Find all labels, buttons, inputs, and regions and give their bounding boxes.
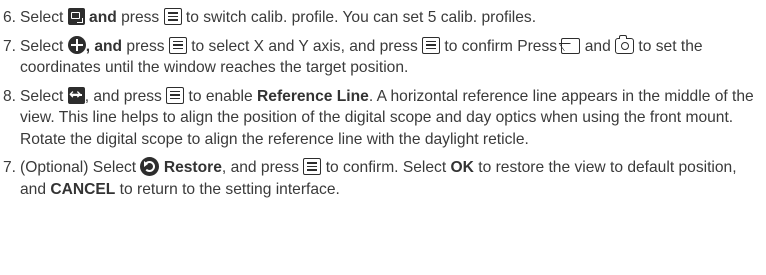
step-text: (Optional) Select [20,159,141,176]
step-7b: 7. (Optional) Select Restore, and press … [3,157,766,200]
menu-button-icon [168,36,187,54]
step-text: Select [20,87,68,105]
camera-icon [615,34,635,54]
step-text: , and press [221,159,304,176]
step-text: , and press [84,87,167,105]
step-8: 8. Select , and press to enable Referenc… [3,84,766,151]
step-text: to return to the setting interface. [115,180,340,198]
step-text: to switch calib. profile. You can set 5 … [181,9,537,26]
calib-profile-icon [67,8,85,25]
step-text: press [116,9,164,26]
move-window-icon [67,35,86,54]
menu-button-icon [303,158,322,175]
menu-button-icon [163,8,182,25]
step-6: 6. Select and press to switch calib. pro… [3,7,766,29]
restore-icon [140,157,160,176]
step-text: to confirm. Select [321,159,451,176]
step-text-bold: and [84,9,117,26]
step-text: and [580,37,616,55]
picture-icon [561,37,581,54]
step-text: to enable [184,87,258,105]
step-7a: 7. Select , and press to select X and Y … [3,34,766,79]
step-number: 8. [3,87,17,105]
step-text: to select X and Y axis, and press [186,37,423,55]
manual-page: 6. Select and press to switch calib. pro… [0,0,766,275]
step-text-bold: , and [85,37,123,55]
step-number: 6. [3,9,17,26]
step-text: Select [20,37,68,55]
menu-button-icon [422,36,441,54]
step-text-bold: OK [450,159,474,176]
menu-button-icon [166,86,185,104]
step-number: 7. [3,37,17,55]
step-text: Select [20,9,68,26]
reference-line-icon [67,84,85,105]
step-text: to confirm Press [440,37,562,55]
step-text: press [122,37,169,55]
step-text-bold: Restore [163,159,222,176]
step-text-bold: CANCEL [50,180,116,198]
step-text-bold: Reference Line [257,87,369,105]
step-number: 7. [3,159,17,176]
